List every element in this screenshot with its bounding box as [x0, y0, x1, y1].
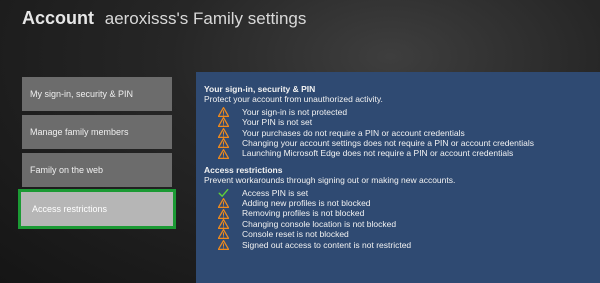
status-row: Your sign-in is not protected — [204, 107, 592, 117]
section-subtitle-access: Prevent workarounds through signing out … — [204, 175, 456, 186]
status-text: Removing profiles is not blocked — [242, 208, 365, 219]
status-row: Your PIN is not set — [204, 117, 592, 128]
warning-icon — [204, 229, 242, 240]
status-text: Your sign-in is not protected — [242, 106, 348, 117]
warning-icon — [204, 127, 242, 138]
status-row: Launching Microsoft Edge does not requir… — [204, 148, 592, 159]
sidebar-item-family-web[interactable]: Family on the web — [22, 153, 172, 187]
status-row: Changing your account settings does not … — [204, 137, 592, 149]
page-title-settings: aeroxisss's Family settings — [104, 9, 307, 28]
status-text: Changing your account settings does not … — [242, 137, 535, 148]
page-title-account: Account — [22, 8, 94, 28]
status-text: Signed out access to content is not rest… — [242, 239, 412, 250]
status-text: Launching Microsoft Edge does not requir… — [242, 148, 514, 159]
page-title: Account aeroxisss's Family settings — [22, 8, 306, 29]
warning-icon — [204, 107, 242, 117]
status-row: Console reset is not blocked — [204, 229, 592, 240]
warning-icon — [204, 208, 242, 219]
sidebar-item-label: Family on the web — [30, 165, 104, 175]
status-row: Access PIN is set — [204, 188, 592, 198]
status-text: Access PIN is set — [242, 187, 309, 198]
sidebar-item-sign-in-security[interactable]: My sign-in, security & PIN — [22, 77, 172, 111]
warning-icon — [204, 117, 242, 128]
warning-icon — [204, 198, 242, 209]
status-text: Adding new profiles is not blocked — [242, 197, 371, 208]
warning-icon — [204, 239, 242, 250]
sidebar-item-manage-family[interactable]: Manage family members — [22, 115, 172, 149]
status-row: Changing console location is not blocked — [204, 219, 592, 229]
status-text: Your purchases do not require a PIN or a… — [242, 127, 465, 138]
security-status-list: Your sign-in is not protected Your PIN is… — [204, 107, 592, 159]
warning-icon — [204, 218, 242, 229]
warning-icon — [204, 148, 242, 159]
warning-icon — [204, 138, 242, 149]
status-row: Adding new profiles is not blocked — [204, 197, 592, 209]
sidebar-item-access-restrictions[interactable]: Access restrictions — [18, 189, 176, 229]
status-text: Changing console location is not blocked — [242, 218, 397, 229]
section-title-access: Access restrictions — [204, 164, 283, 175]
status-text: Console reset is not blocked — [242, 229, 349, 240]
details-panel: Your sign-in, security & PIN Protect you… — [196, 72, 600, 283]
checkmark-icon — [204, 188, 242, 198]
access-status-list: Access PIN is set Adding new profiles is … — [204, 188, 592, 250]
section-subtitle-security: Protect your account from unauthorized a… — [204, 94, 383, 105]
status-row: Removing profiles is not blocked — [204, 208, 592, 219]
status-row: Your purchases do not require a PIN or a… — [204, 128, 592, 138]
status-row: Signed out access to content is not rest… — [204, 240, 592, 250]
sidebar-item-label: My sign-in, security & PIN — [30, 89, 134, 99]
status-text: Your PIN is not set — [242, 117, 313, 128]
sidebar-item-label: Access restrictions — [32, 204, 108, 214]
sidebar-item-label: Manage family members — [30, 127, 129, 137]
section-title-security: Your sign-in, security & PIN — [204, 84, 316, 94]
